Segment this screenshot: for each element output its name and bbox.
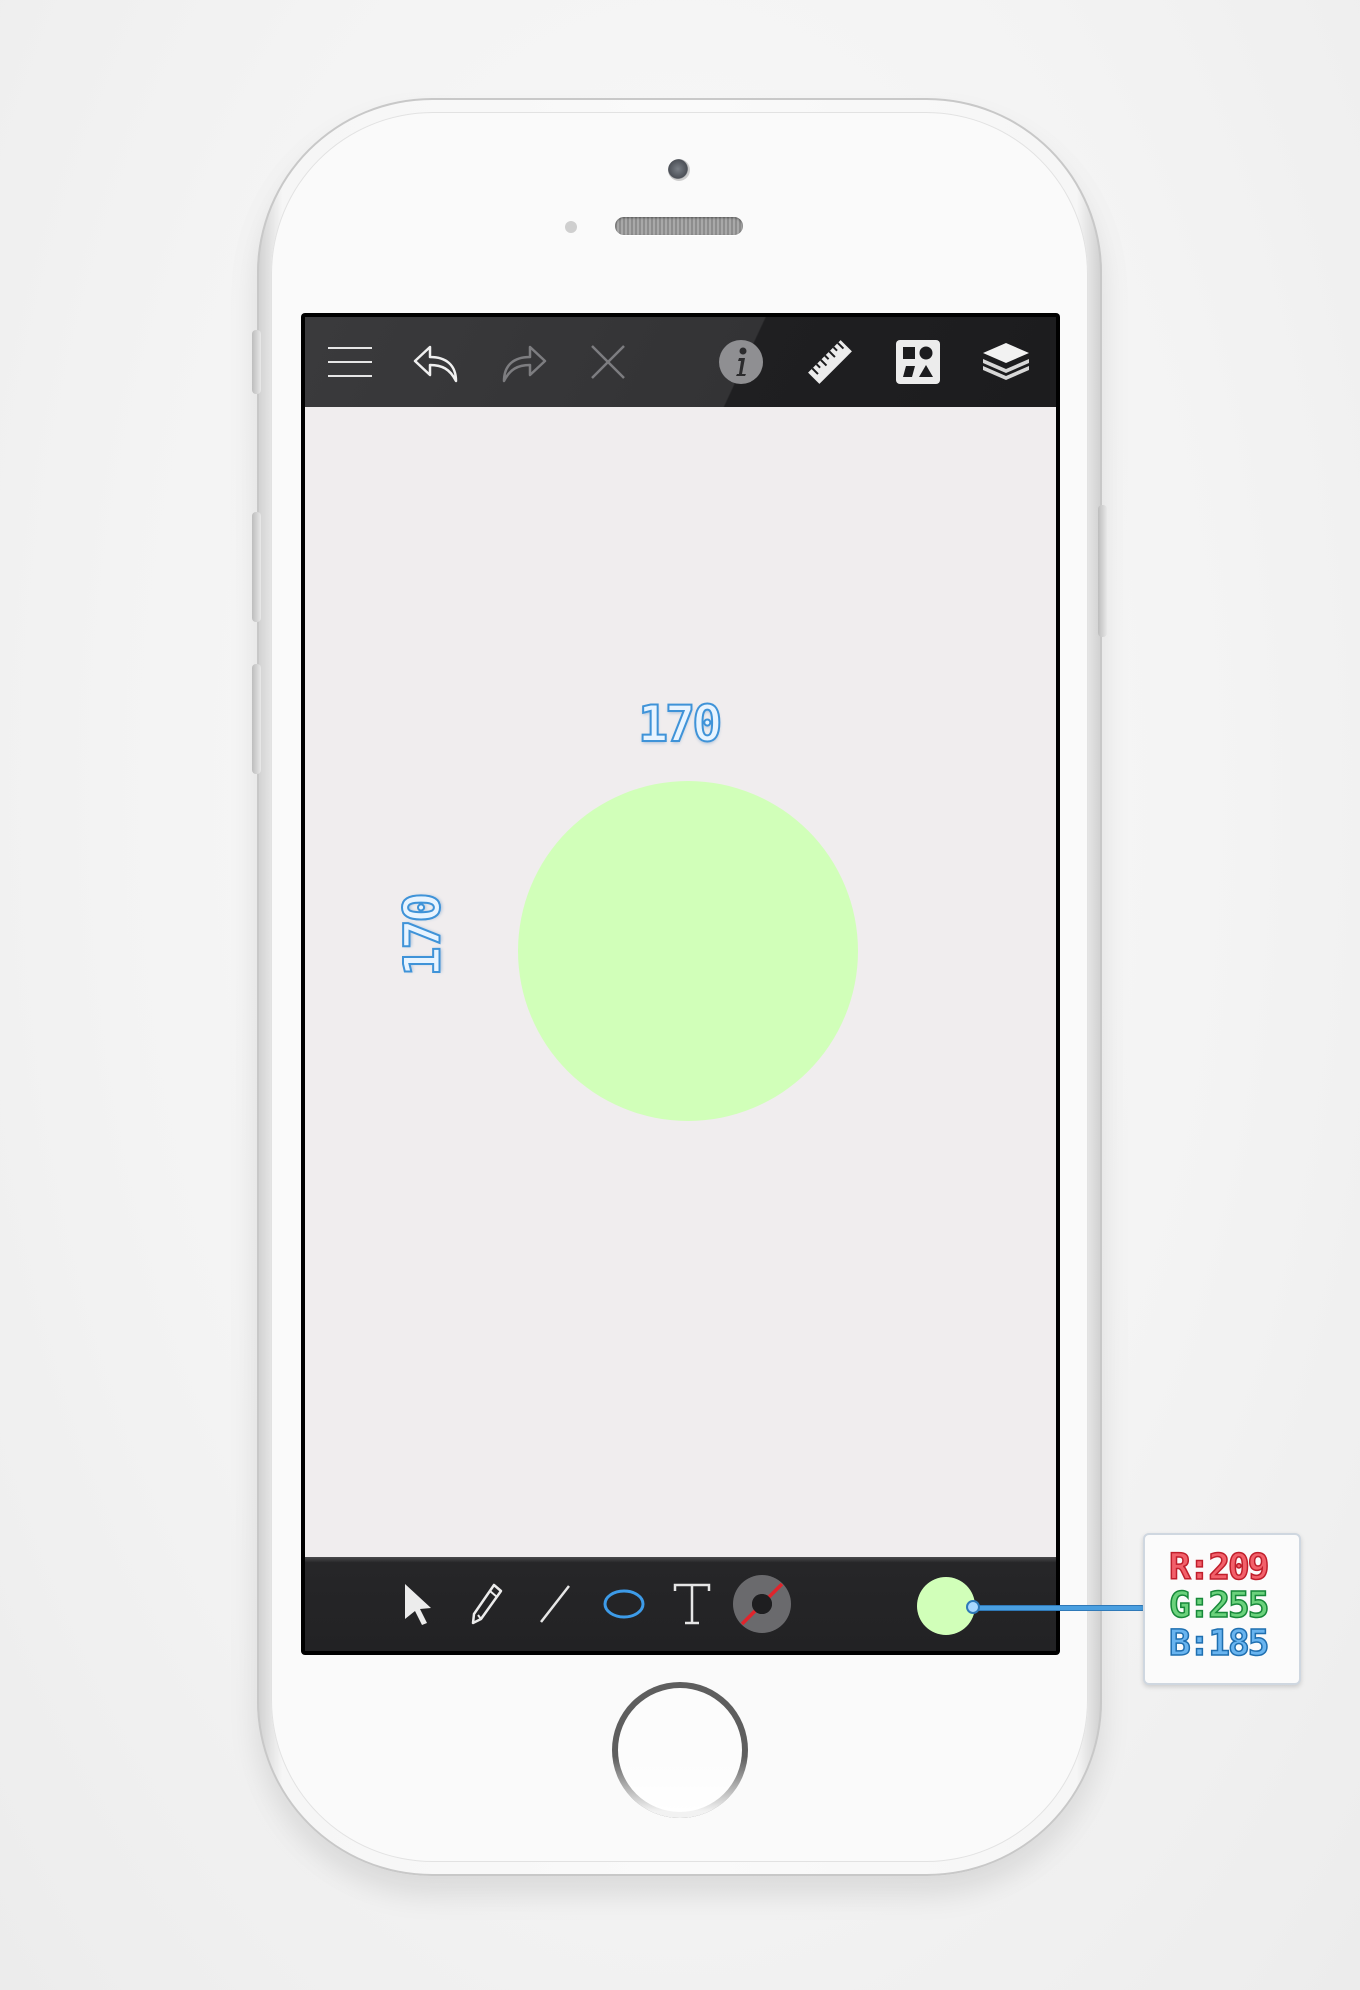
close-icon: [591, 345, 625, 379]
green-value: G:255: [1168, 1585, 1270, 1626]
redo-button[interactable]: [492, 331, 554, 393]
line-tool-button[interactable]: [524, 1573, 586, 1635]
shapes-icon: [896, 340, 940, 384]
text-tool-button[interactable]: [661, 1573, 723, 1635]
info-icon: [719, 340, 763, 384]
rgb-readout-box: R:209 G:255 B:185: [1143, 1533, 1301, 1685]
app-screen: 170 170: [301, 313, 1060, 1655]
red-value: R:209: [1168, 1547, 1270, 1588]
stroke-color-icon: [733, 1575, 791, 1633]
drawing-canvas[interactable]: 170 170: [305, 407, 1056, 1557]
mute-switch: [252, 330, 261, 394]
proximity-sensor: [565, 221, 577, 233]
ellipse-tool-icon: [603, 1589, 645, 1619]
layers-icon: [983, 343, 1029, 380]
home-button[interactable]: [612, 1682, 748, 1818]
undo-icon: [413, 345, 458, 383]
info-button[interactable]: [710, 331, 772, 393]
shapes-button[interactable]: [887, 331, 949, 393]
undo-button[interactable]: [406, 331, 468, 393]
redo-icon: [502, 345, 547, 383]
stroke-color-button[interactable]: [731, 1573, 793, 1635]
close-button[interactable]: [577, 331, 639, 393]
circle-shape[interactable]: [518, 781, 858, 1121]
top-toolbar: [305, 317, 1056, 407]
menu-icon: [328, 347, 372, 377]
pencil-icon: [471, 1583, 503, 1625]
ruler-icon: [808, 340, 852, 384]
volume-up-button: [252, 512, 261, 622]
menu-button[interactable]: [319, 331, 381, 393]
ellipse-tool-button[interactable]: [593, 1573, 655, 1635]
line-tool-icon: [540, 1585, 570, 1623]
volume-down-button: [252, 664, 261, 774]
bottom-toolbar: [305, 1557, 1056, 1651]
ruler-button[interactable]: [799, 331, 861, 393]
power-button: [1098, 505, 1107, 637]
width-measurement: 170: [637, 694, 723, 754]
front-camera: [668, 159, 690, 181]
earpiece-speaker: [615, 217, 743, 235]
color-callout-dot: [966, 1600, 980, 1614]
select-arrow-icon: [405, 1584, 431, 1625]
height-measurement: 170: [393, 894, 453, 977]
color-callout-line: [974, 1606, 1144, 1610]
pencil-tool-button[interactable]: [456, 1573, 518, 1635]
select-tool-button[interactable]: [387, 1573, 449, 1635]
layers-button[interactable]: [975, 331, 1037, 393]
blue-value: B:185: [1168, 1623, 1270, 1664]
text-tool-icon: [673, 1583, 711, 1625]
